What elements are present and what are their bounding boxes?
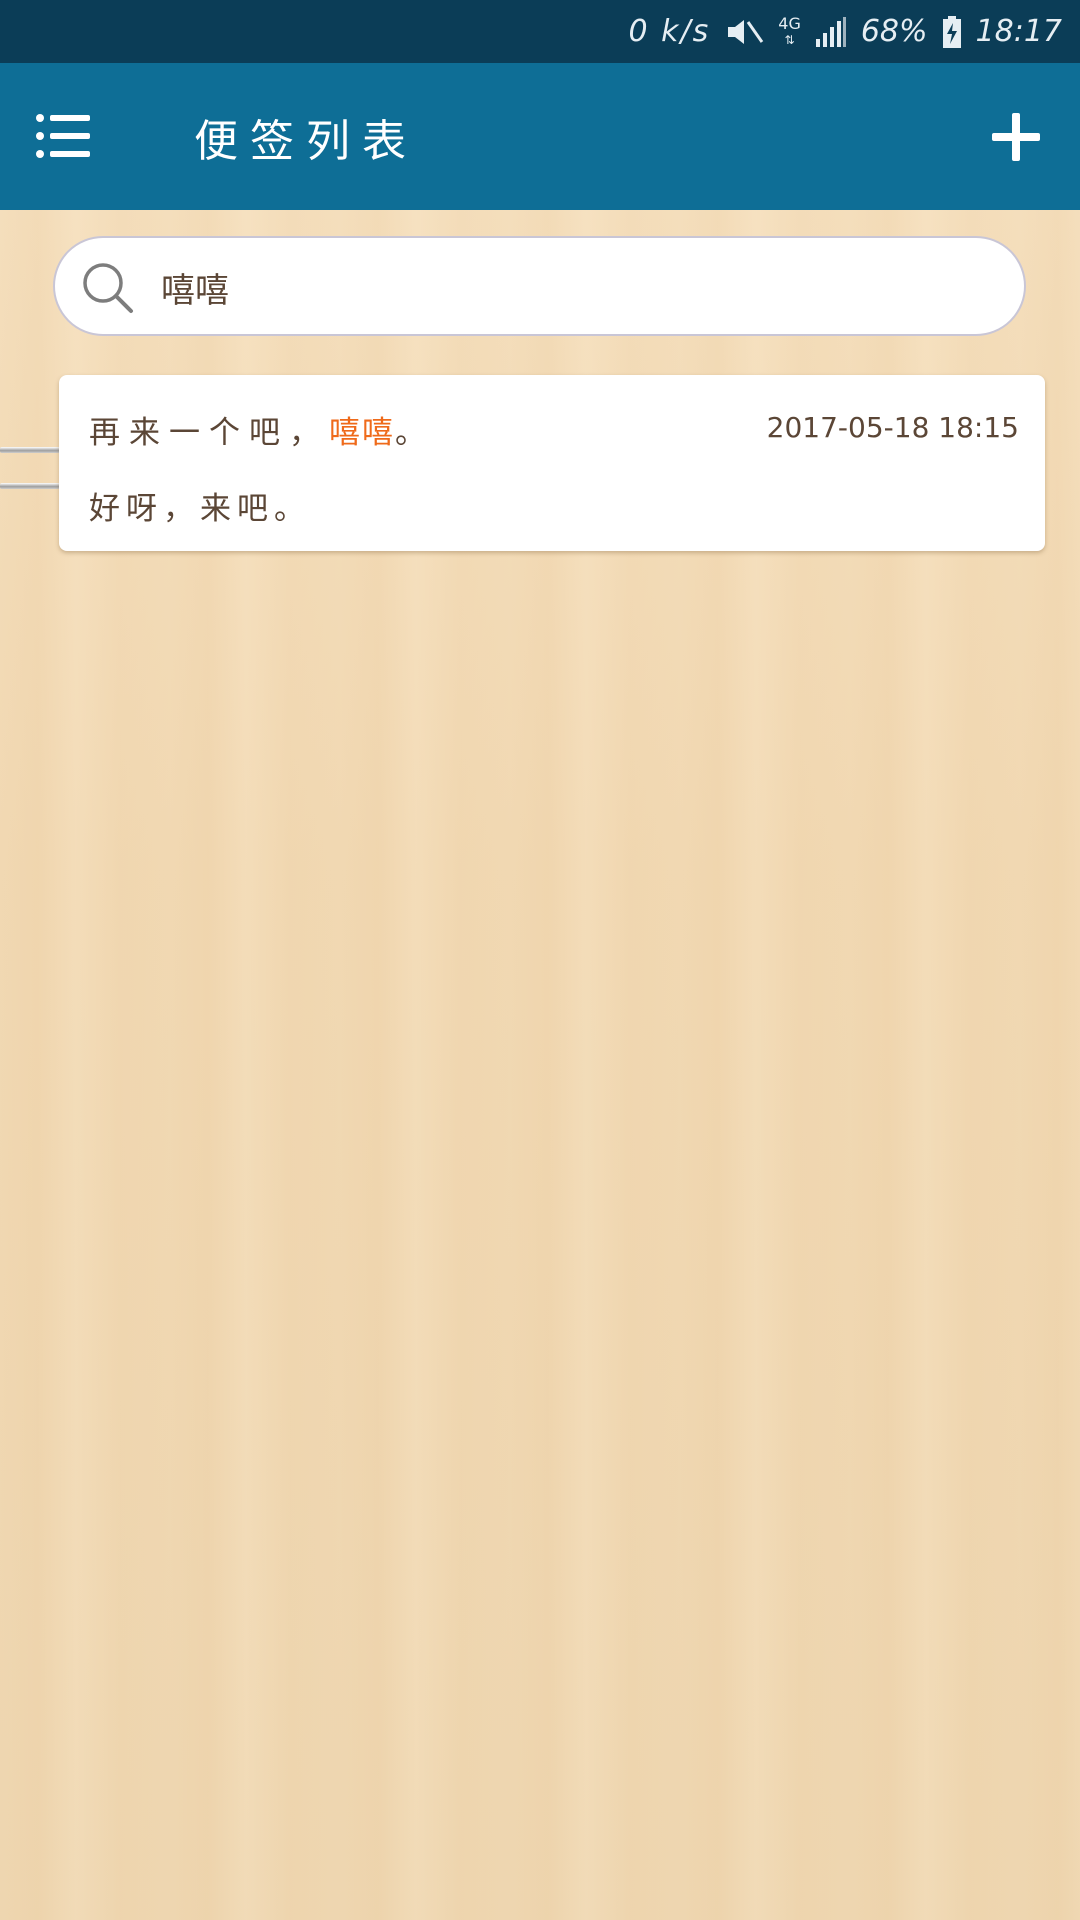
add-note-button[interactable] (990, 111, 1042, 163)
screen: 0 k/s 4G ⇅ 68% 18:17 便签列表 嘻嘻 再来一个吧，嘻嘻。 2… (0, 0, 1080, 1920)
note-body: 好呀，来吧。 (89, 491, 311, 527)
plus-icon (992, 113, 1040, 161)
card-pin-decoration (0, 447, 60, 489)
status-bar: 0 k/s 4G ⇅ 68% 18:17 (0, 0, 1080, 63)
search-icon (83, 263, 133, 313)
battery-charging-icon (942, 15, 962, 48)
note-title-text: 再来一个吧， (89, 415, 329, 451)
network-type-label: 4G (778, 13, 801, 33)
search-box[interactable] (53, 236, 1026, 336)
note-card[interactable]: 再来一个吧，嘻嘻。 2017-05-18 18:15 好呀，来吧。 (59, 375, 1045, 551)
mute-icon (724, 16, 764, 48)
clock: 18:17 (975, 14, 1062, 49)
note-date: 2017-05-18 18:15 (766, 411, 1019, 444)
net-speed: 0 k/s (628, 14, 711, 49)
signal-icon (815, 16, 847, 47)
app-bar: 便签列表 (0, 63, 1080, 210)
note-title-highlight: 嘻嘻 (329, 415, 395, 451)
note-title: 再来一个吧，嘻嘻。 (89, 407, 435, 452)
menu-button[interactable] (36, 113, 92, 159)
battery-percent: 68% (860, 14, 928, 49)
data-arrows-icon: ⇅ (784, 32, 795, 47)
network-type: 4G ⇅ (778, 13, 801, 48)
page-title: 便签列表 (194, 116, 418, 167)
note-title-end: 。 (395, 415, 435, 451)
list-menu-icon (36, 114, 90, 158)
search-input[interactable] (159, 258, 983, 316)
